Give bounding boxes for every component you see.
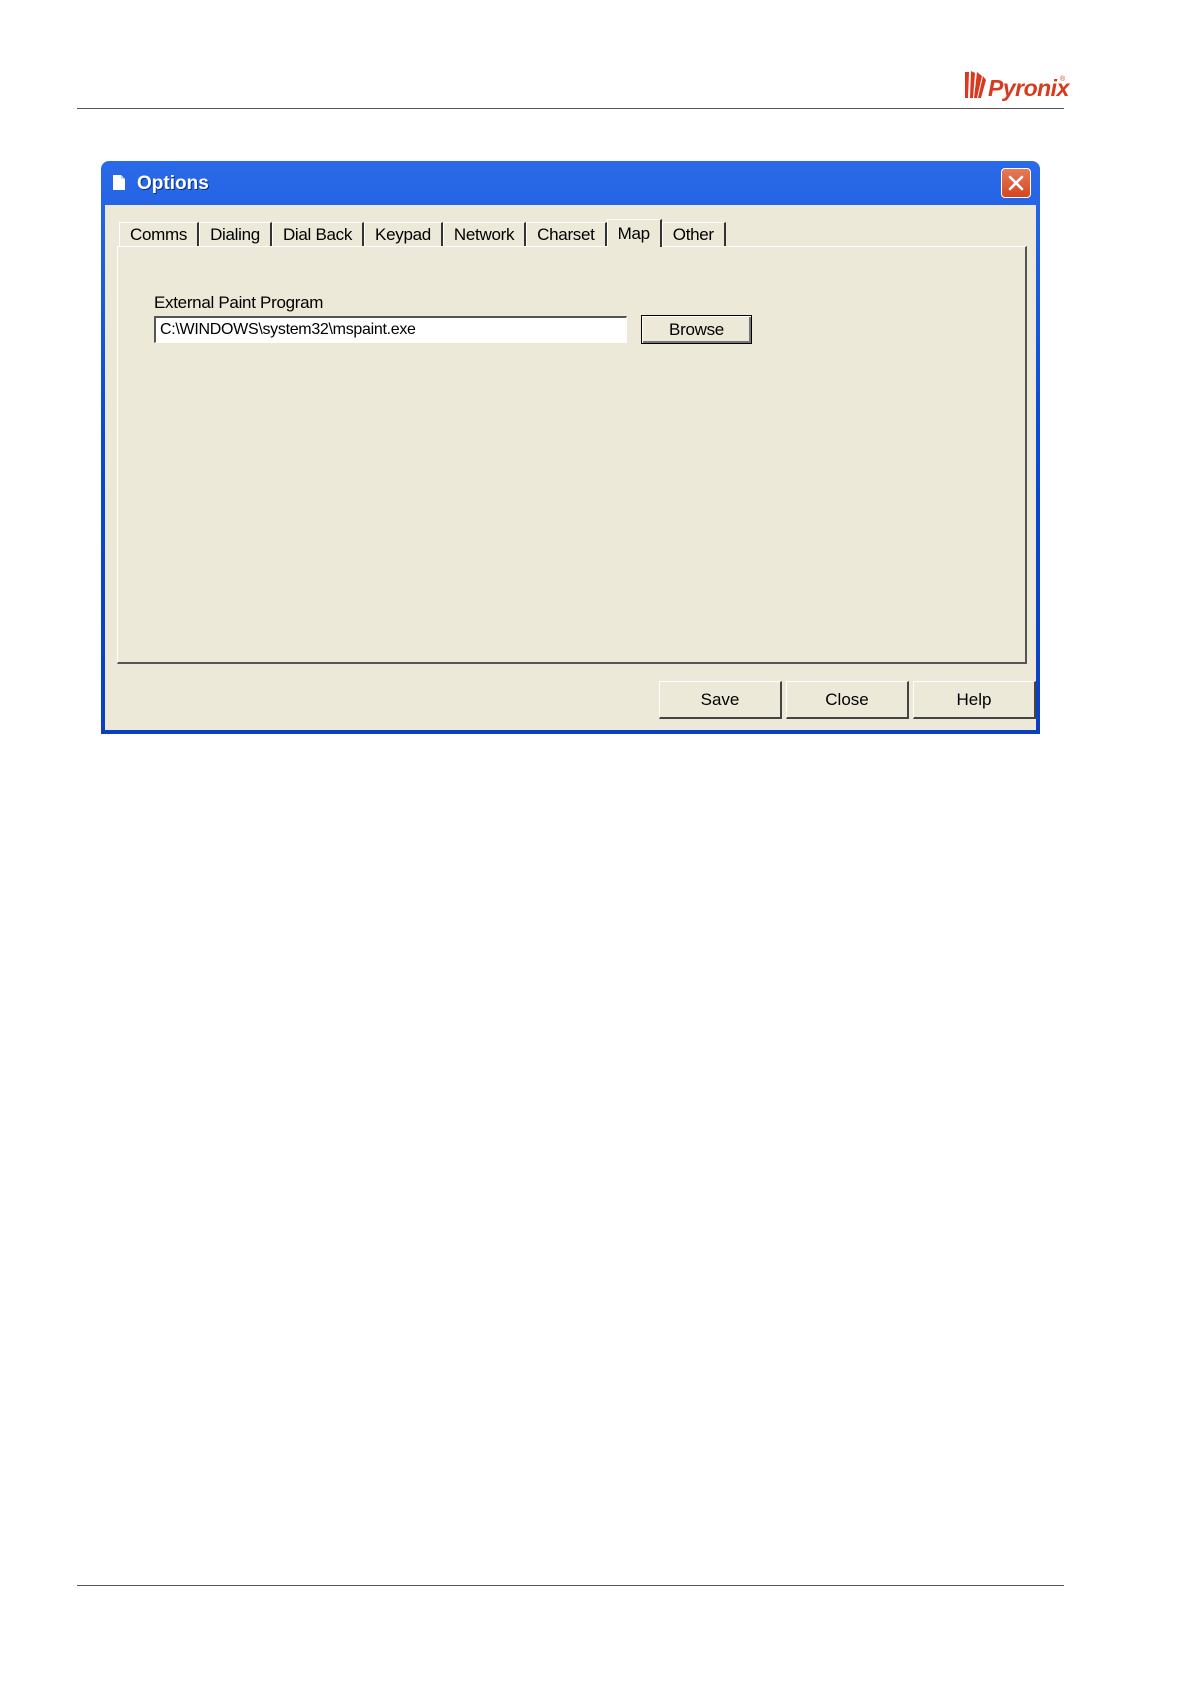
options-window: Options Comms Dialing Dial Back Keypad N… [101,161,1040,734]
registered-mark: ® [1060,76,1066,83]
document-icon [113,175,125,190]
help-button[interactable]: Help [913,681,1036,719]
tab-map[interactable]: Map [606,219,662,247]
tab-comms[interactable]: Comms [119,222,200,246]
window-close-button[interactable] [1001,168,1031,198]
tab-dial-back[interactable]: Dial Back [271,222,365,246]
tab-strip: Comms Dialing Dial Back Keypad Network C… [119,219,726,247]
pyronix-flame-icon [965,71,986,98]
footer-rule [77,1585,1064,1586]
header-rule [77,108,1064,109]
window-client-area: Comms Dialing Dial Back Keypad Network C… [105,205,1036,730]
map-tab-panel: External Paint Program Browse [117,246,1027,664]
pyronix-logo: Pyronix ® [963,66,1069,106]
external-paint-program-label: External Paint Program [154,293,324,312]
tab-keypad[interactable]: Keypad [364,222,443,246]
tab-other[interactable]: Other [661,222,726,246]
save-button[interactable]: Save [659,681,782,719]
tab-charset[interactable]: Charset [526,222,607,246]
title-bar[interactable]: Options [101,161,1040,205]
close-button[interactable]: Close [786,681,909,719]
logo-text: Pyronix [988,75,1069,101]
browse-button[interactable]: Browse [641,315,752,344]
tab-network[interactable]: Network [442,222,527,246]
tab-dialing[interactable]: Dialing [199,222,272,246]
close-icon [1008,175,1024,191]
window-title: Options [137,173,209,194]
paint-program-path-input[interactable] [154,316,627,343]
